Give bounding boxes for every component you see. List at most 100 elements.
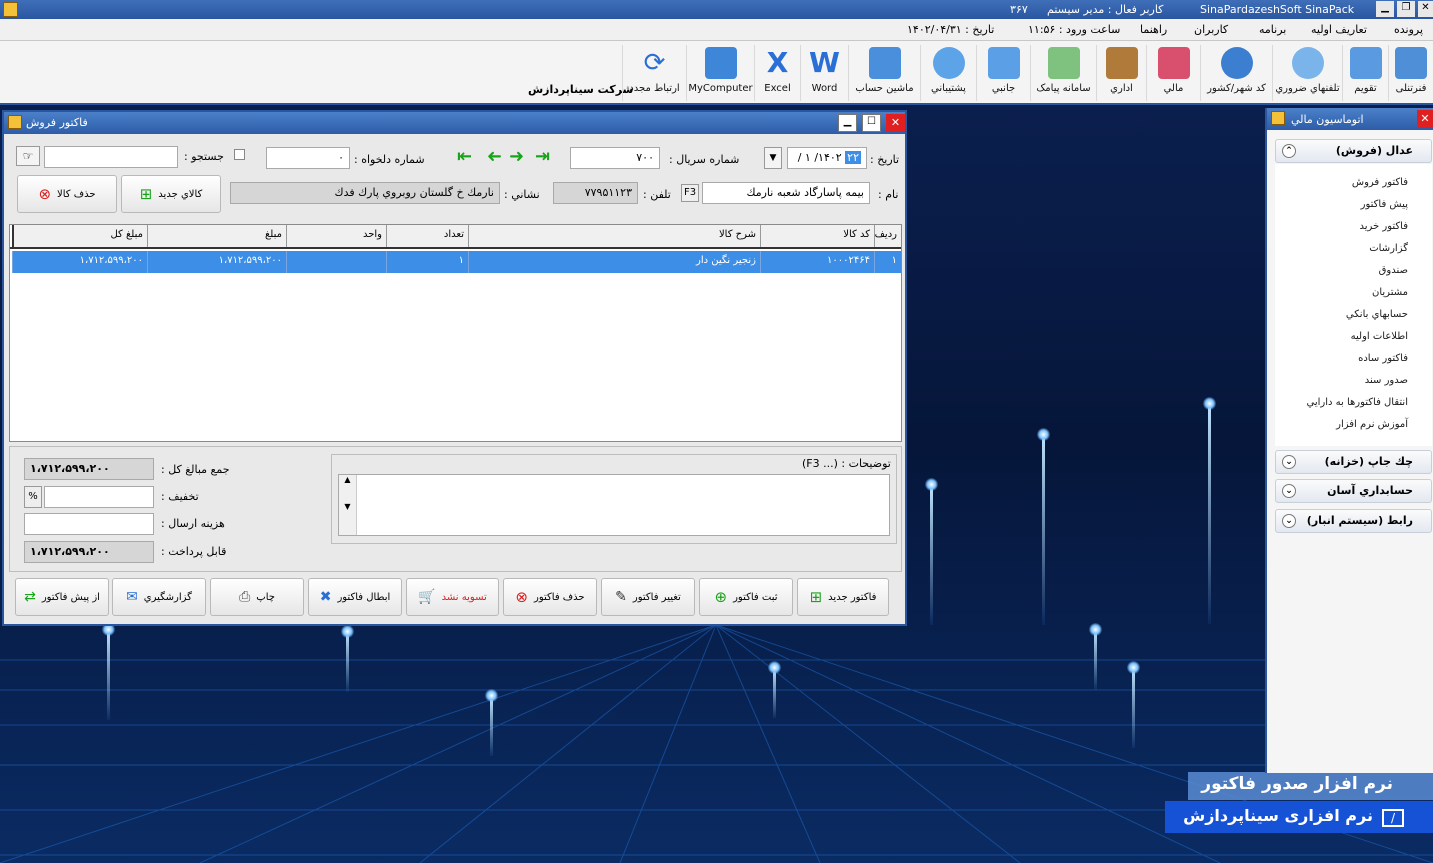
link-training[interactable]: آموزش نرم افزار (1336, 419, 1408, 430)
next-record-button[interactable]: ➜ (509, 148, 531, 167)
table-row[interactable]: ۱ ۱۰۰۰۲۴۶۴ زنجير نگين دار ۱ ۱،۷۱۲،۵۹۹،۲۰… (12, 251, 901, 273)
toolbar-accessories[interactable]: جانبي (976, 45, 1030, 101)
desired-number-field[interactable]: ۰ (266, 147, 350, 169)
window-close-button[interactable]: ✕ (886, 114, 905, 132)
link-issue-document[interactable]: صدور سند (1365, 375, 1408, 386)
app-title: SinaPardazeshSoft SinaPack (1200, 3, 1355, 16)
toolbar-word[interactable]: W Word (800, 45, 848, 101)
section-treasury[interactable]: چك جاپ (خزانه) ⌄ (1275, 450, 1432, 474)
column-unit[interactable]: واحد (286, 225, 386, 247)
search-button[interactable]: ☞ (16, 146, 40, 166)
new-item-button[interactable]: كالاي جديد ⊞ (121, 175, 221, 213)
toolbar-excel[interactable]: X Excel (754, 45, 800, 101)
settle-status-button[interactable]: تسويه نشد 🛒 (406, 578, 499, 616)
notes-textarea[interactable]: ▲ ▼ (338, 474, 890, 536)
edit-invoice-button[interactable]: تغيير فاكتور ✎ (601, 578, 695, 616)
menu-help[interactable]: راهنما (1140, 23, 1167, 36)
discount-label: تخفيف : (161, 490, 199, 503)
cell-unit (286, 251, 386, 273)
toolbar-citycode[interactable]: كد شهر/كشور (1200, 45, 1272, 101)
toolbar-person[interactable]: فنرتنلی (1388, 45, 1433, 101)
menu-program[interactable]: برنامه (1259, 23, 1286, 36)
discount-field[interactable] (44, 486, 154, 508)
link-cashbox[interactable]: صندوق (1379, 265, 1408, 276)
column-row[interactable]: رديف (874, 225, 901, 247)
person-icon (1395, 47, 1427, 79)
link-sales-invoice[interactable]: فاكتور فروش (1352, 177, 1408, 188)
previous-record-button[interactable]: ➜ (480, 146, 502, 167)
money-icon (1157, 47, 1190, 79)
delete-invoice-button[interactable]: حذف فاكتور ⊗ (503, 578, 597, 616)
toolbar-reconnect[interactable]: ⟳ ارتباط مجدد (622, 45, 686, 101)
menu-definitions[interactable]: تعاريف اوليه (1311, 23, 1367, 36)
side-close-button[interactable]: ✕ (1417, 110, 1433, 128)
search-input[interactable] (44, 146, 178, 168)
phone-icon (1291, 47, 1324, 79)
link-transfer-invoices[interactable]: انتقال فاكتورها به دارايي (1306, 397, 1408, 408)
link-purchase-invoice[interactable]: فاكتور خريد (1359, 221, 1408, 232)
payable-label: قابل پرداخت : (161, 545, 227, 558)
delete-item-button[interactable]: حذف كالا ⊗ (17, 175, 117, 213)
notes-scrollbar[interactable]: ▲ ▼ (339, 475, 357, 535)
invoice-title-bar: فاكتور فروش ▁ ☐ ✕ (4, 112, 905, 134)
column-description[interactable]: شرح كالا (468, 225, 760, 247)
from-proforma-button[interactable]: از پيش فاكتور ⇄ (15, 578, 109, 616)
print-button[interactable]: چاپ ⎙ (210, 578, 304, 616)
section-warehouse[interactable]: رابط (سيستم انبار) ⌄ (1275, 509, 1432, 533)
column-total[interactable]: مبلغ كل (12, 225, 147, 247)
link-bank-accounts[interactable]: حسابهاي بانكي (1346, 309, 1408, 320)
void-invoice-button[interactable]: ابطال فاكتور ✖ (308, 578, 402, 616)
link-customers[interactable]: مشتريان (1372, 287, 1408, 298)
toolbar-support[interactable]: پشتيباني (920, 45, 976, 101)
toolbar-office[interactable]: اداري (1096, 45, 1146, 101)
window-maximize-button[interactable]: ☐ (862, 114, 881, 132)
toolbar-calendar[interactable]: تقويم (1342, 45, 1388, 101)
section-accounting[interactable]: حسابداري آسان ⌄ (1275, 479, 1432, 503)
toolbar-mycomputer[interactable]: MyComputer (686, 45, 754, 101)
name-field[interactable]: بيمه پاسارگاد شعبه نارمك (702, 182, 870, 204)
calculator-icon (868, 47, 901, 79)
toolbar-finance[interactable]: مالي (1146, 45, 1200, 101)
items-grid: رديف كد كالا شرح كالا تعداد واحد مبلغ مب… (9, 224, 902, 442)
link-proforma[interactable]: پيش فاكتور (1361, 199, 1408, 210)
toolbar-calculator[interactable]: ماشين حساب (848, 45, 920, 101)
shipping-field[interactable] (24, 513, 154, 535)
reports-button[interactable]: گزارشگيري ✉ (112, 578, 206, 616)
new-invoice-button[interactable]: فاكتور جديد ⊞ (797, 578, 889, 616)
column-price[interactable]: مبلغ (147, 225, 286, 247)
window-minimize-button[interactable]: ▁ (838, 114, 857, 132)
column-code[interactable]: كد كالا (760, 225, 874, 247)
first-record-button[interactable]: ⇥ (450, 146, 472, 167)
toolbar-sms[interactable]: سامانه پیامک (1030, 45, 1096, 101)
search-checkbox[interactable] (234, 149, 245, 160)
percent-button[interactable]: % (24, 486, 42, 508)
date-field[interactable]: ۲۲ ۱۴۰۲/ ۱ / (787, 147, 867, 169)
link-basic-info[interactable]: اطلاعات اوليه (1351, 331, 1408, 342)
link-reports[interactable]: گزارشات (1369, 243, 1408, 254)
side-title: اتوماسيون مالي (1291, 113, 1364, 126)
last-record-button[interactable]: ⇥ (535, 148, 557, 167)
f3-button[interactable]: F3 (681, 184, 699, 202)
grid-header: رديف كد كالا شرح كالا تعداد واحد مبلغ مب… (10, 225, 901, 249)
banner-line1: نرم افزار صدور فاکتور (1188, 772, 1433, 800)
box-icon (987, 47, 1020, 79)
section-sales[interactable]: عدال (فروش) ⌃ (1275, 139, 1432, 163)
app-logo-icon (3, 2, 18, 17)
restore-button[interactable]: ❐ (1397, 1, 1415, 17)
minimize-button[interactable]: ▁ (1376, 1, 1394, 17)
link-simple-invoice[interactable]: فاكتور ساده (1358, 353, 1408, 364)
light-pillar (485, 689, 498, 756)
column-quantity[interactable]: تعداد (386, 225, 468, 247)
save-invoice-button[interactable]: ثبت فاكتور ⊕ (699, 578, 793, 616)
sum-field: ۱،۷۱۲،۵۹۹،۲۰۰ (24, 458, 154, 480)
globe-icon (1220, 47, 1253, 79)
close-button[interactable]: ✕ (1418, 1, 1433, 17)
side-logo-icon (1271, 111, 1285, 125)
menu-users[interactable]: كاربران (1194, 23, 1228, 36)
light-pillar (925, 478, 938, 625)
menu-file[interactable]: پرونده (1394, 23, 1423, 36)
sales-links: فاكتور فروش پيش فاكتور فاكتور خريد گزارش… (1275, 164, 1432, 446)
toolbar-phones[interactable]: تلفنهاي ضروري (1272, 45, 1342, 101)
date-dropdown-button[interactable]: ▼ (764, 147, 782, 169)
serial-field[interactable]: ۷۰۰ (570, 147, 660, 169)
